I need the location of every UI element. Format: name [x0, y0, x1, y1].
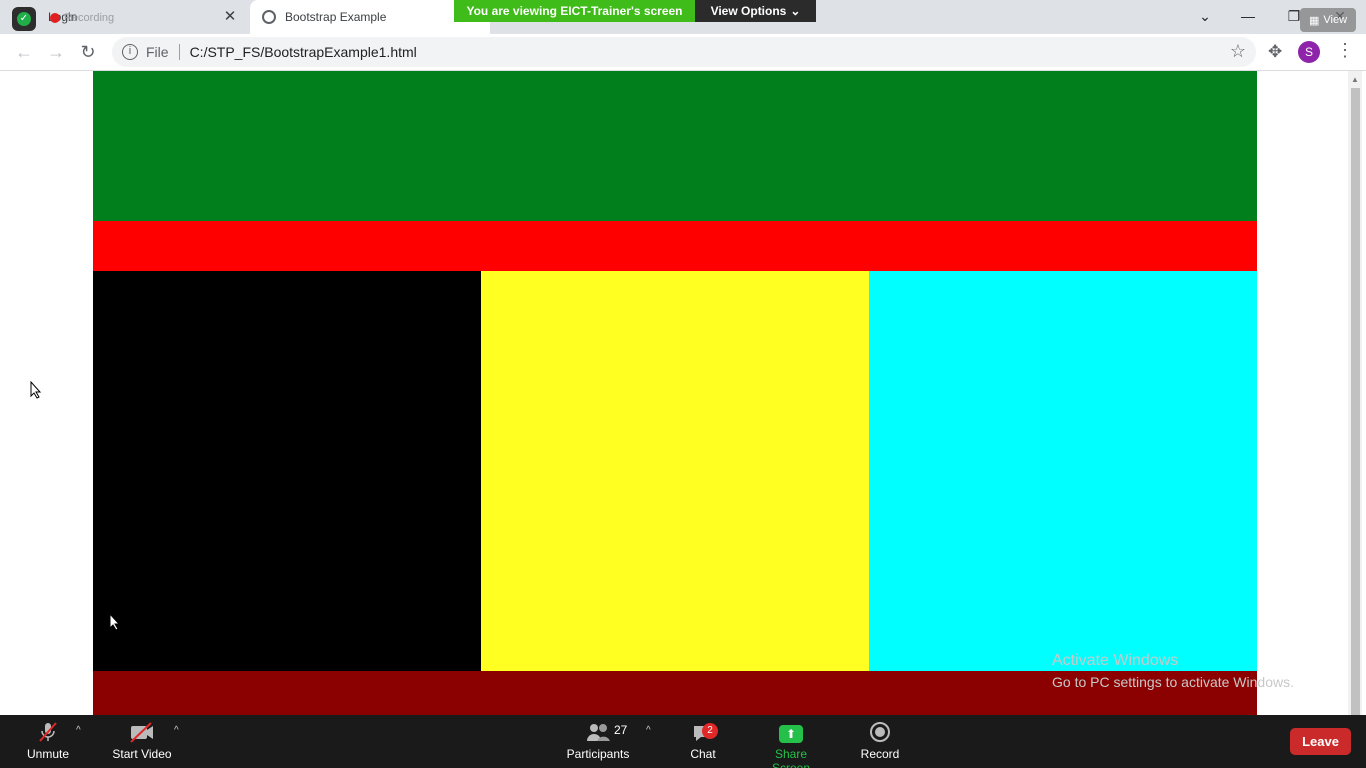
tab-active-title: Bootstrap Example	[285, 10, 387, 24]
participants-button[interactable]: 27 Participants	[562, 721, 634, 765]
participants-label: Participants	[566, 747, 630, 761]
scroll-up-icon[interactable]: ▲	[1351, 75, 1359, 84]
video-options-caret-icon[interactable]: ^	[174, 725, 179, 736]
participants-count: 27	[614, 723, 628, 737]
record-label: Record	[860, 747, 900, 761]
url-scheme-label: File	[146, 44, 169, 60]
grid-icon: ▦	[1308, 14, 1320, 27]
forward-icon[interactable]: →	[44, 40, 68, 64]
muted-microphone-icon	[20, 721, 76, 743]
red-bar-block	[93, 221, 1257, 271]
start-video-label: Start Video	[112, 747, 172, 761]
share-screen-icon: ⬆	[755, 721, 827, 743]
kebab-menu-icon[interactable]: ⋮	[1336, 40, 1354, 61]
recording-dot-icon	[50, 13, 60, 23]
unmute-label: Unmute	[26, 747, 70, 761]
share-banner: You are viewing EICT-Trainer's screen	[454, 0, 695, 22]
view-chip-label: View	[1323, 14, 1348, 26]
info-icon[interactable]: i	[122, 44, 138, 60]
chevron-down-icon: ⌄	[790, 4, 801, 18]
star-icon[interactable]: ☆	[1230, 41, 1246, 62]
mouse-cursor-icon	[30, 381, 42, 399]
leave-button[interactable]: Leave	[1290, 728, 1351, 755]
chat-badge: 2	[702, 723, 718, 739]
video-off-icon	[108, 721, 176, 743]
tab-strip: ✓ Login ✕ Recording Bootstrap Example Yo…	[0, 0, 1366, 34]
activate-windows-watermark: Activate Windows Go to PC settings to ac…	[1052, 652, 1294, 690]
tab-login[interactable]: Login ✕	[8, 0, 248, 34]
unmute-button[interactable]: Unmute	[20, 721, 76, 765]
page-viewport	[0, 71, 1348, 715]
recording-label: Recording	[64, 12, 115, 24]
watermark-title: Activate Windows	[1052, 652, 1179, 669]
record-button[interactable]: Record	[858, 721, 902, 765]
url-separator	[178, 44, 180, 60]
minimize-icon[interactable]: —	[1233, 4, 1263, 28]
screen: ✓ Login ✕ Recording Bootstrap Example Yo…	[0, 0, 1366, 768]
chat-button[interactable]: 2 Chat	[683, 721, 723, 765]
extensions-icon[interactable]: ✥	[1268, 42, 1282, 62]
view-chip[interactable]: ▦ View	[1300, 8, 1356, 32]
participants-icon: 27	[562, 721, 634, 743]
audio-options-caret-icon[interactable]: ^	[76, 725, 81, 736]
back-icon[interactable]: ←	[12, 40, 36, 64]
green-header-block	[93, 71, 1257, 221]
scrollbar-thumb[interactable]	[1351, 88, 1360, 715]
start-video-button[interactable]: Start Video	[108, 721, 176, 765]
url-text: C:/STP_FS/BootstrapExample1.html	[189, 44, 417, 60]
participants-caret-icon[interactable]: ^	[646, 725, 651, 736]
share-screen-label: Share Screen	[771, 747, 811, 768]
close-tab-icon[interactable]: ✕	[222, 9, 238, 25]
view-options-label: View Options	[710, 4, 787, 18]
cyan-column-block	[869, 271, 1257, 671]
reload-icon[interactable]: ↻	[76, 40, 100, 64]
share-screen-button[interactable]: ⬆ Share Screen	[755, 721, 827, 768]
globe-icon	[262, 10, 276, 24]
watermark-subtitle: Go to PC settings to activate Windows.	[1052, 674, 1294, 690]
zoom-meeting-toolbar: Unmute ^ Start Video ^ 27 Participants ^…	[0, 715, 1366, 768]
black-column-block	[93, 271, 481, 671]
record-icon	[858, 721, 902, 743]
chat-label: Chat	[690, 747, 716, 761]
mouse-cursor-icon	[109, 613, 121, 631]
profile-avatar[interactable]: S	[1298, 41, 1320, 63]
browser-toolbar: ← → ↻ i File C:/STP_FS/BootstrapExample1…	[0, 34, 1366, 71]
vertical-scrollbar[interactable]: ▲	[1348, 71, 1362, 715]
address-bar[interactable]: i File C:/STP_FS/BootstrapExample1.html …	[112, 37, 1256, 67]
view-options-button[interactable]: View Options ⌄	[695, 0, 816, 22]
yellow-column-block	[481, 271, 869, 671]
tab-search-icon[interactable]: ⌄	[1190, 4, 1220, 28]
